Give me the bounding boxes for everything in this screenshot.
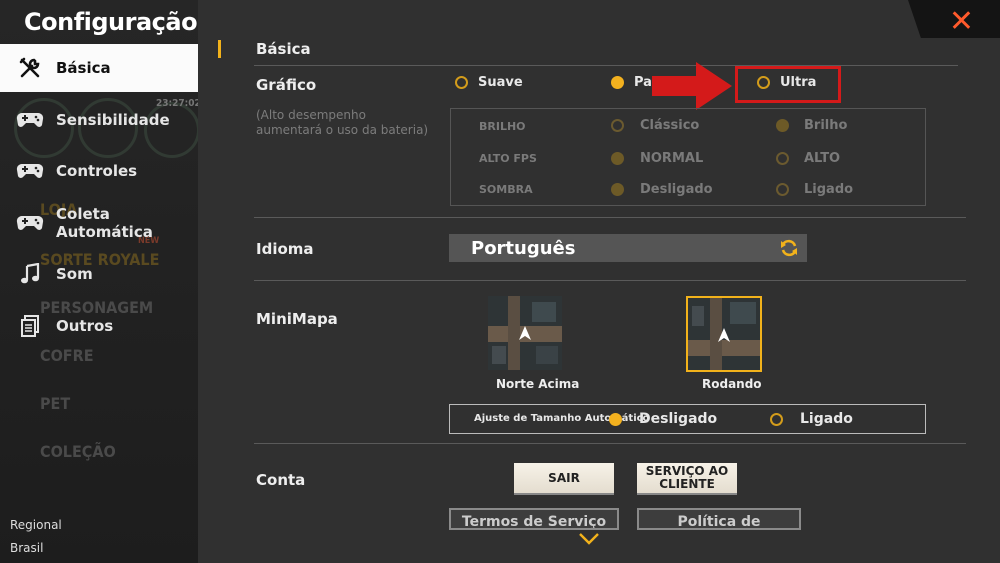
gamepad-icon: [16, 211, 44, 235]
customer-service-button[interactable]: SERVIÇO AO CLIENTE: [637, 463, 737, 493]
sidebar: 23:27:02 LOJA SORTE ROYALE NEW PERSONAGE…: [0, 0, 198, 563]
chevron-down-icon[interactable]: [578, 532, 600, 546]
sidebar-item-coleta-automatica[interactable]: Coleta Automática: [0, 199, 198, 247]
ghost-pet: PET: [40, 394, 71, 413]
customer-service-line: CLIENTE: [659, 477, 715, 491]
radio-ligado: [776, 183, 789, 196]
option-auto-ligado[interactable]: Ligado: [800, 411, 853, 427]
sidebar-item-label: Sensibilidade: [56, 111, 170, 129]
option-desligado: Desligado: [640, 182, 713, 197]
sombra-label: SOMBRA: [479, 183, 533, 196]
sidebar-item-sensibilidade[interactable]: Sensibilidade: [0, 96, 198, 144]
refresh-icon[interactable]: [779, 238, 799, 262]
minimap-option-norte-acima[interactable]: Norte Acima: [496, 377, 579, 391]
idioma-label: Idioma: [256, 240, 314, 258]
sidebar-item-som[interactable]: Som: [0, 250, 198, 298]
option-brilho: Brilho: [804, 118, 848, 133]
divider: [254, 443, 966, 444]
sidebar-item-basica[interactable]: Básica: [0, 44, 198, 92]
sidebar-item-label: Básica: [56, 59, 111, 77]
minimap-option-rodando[interactable]: Rodando: [702, 377, 762, 391]
grafico-note-line: (Alto desempenho: [256, 108, 366, 122]
gamepad-icon: [16, 159, 44, 183]
option-ligado: Ligado: [804, 182, 854, 197]
language-value: Português: [471, 237, 576, 259]
sair-button[interactable]: SAIR: [514, 463, 614, 493]
radio-padrao[interactable]: [611, 76, 624, 89]
settings-title: Configuração: [24, 8, 198, 36]
ghost-colecao: COLEÇÃO: [40, 442, 116, 461]
radio-desligado: [611, 183, 624, 196]
minimap-rodando-thumb[interactable]: [686, 296, 762, 372]
close-button[interactable]: ✕: [908, 0, 1000, 38]
privacy-button[interactable]: Política de privacidade: [637, 508, 801, 530]
language-selector[interactable]: Português: [449, 234, 807, 262]
radio-alto: [776, 152, 789, 165]
fps-label: ALTO FPS: [479, 152, 537, 165]
section-title: Básica: [256, 40, 311, 58]
auto-size-label: Ajuste de Tamanho Automático: [474, 413, 650, 424]
terms-button[interactable]: Termos de Serviço: [449, 508, 619, 530]
sidebar-item-label: Som: [56, 265, 93, 283]
conta-label: Conta: [256, 471, 306, 489]
music-icon: [16, 262, 44, 286]
region-label: Regional: [10, 518, 62, 532]
radio-brilho: [776, 119, 789, 132]
sidebar-item-controles[interactable]: Controles: [0, 147, 198, 195]
ultra-highlight-box: [735, 66, 841, 103]
radio-suave[interactable]: [455, 76, 468, 89]
option-suave[interactable]: Suave: [478, 75, 523, 90]
grafico-note-line: aumentará o uso da bateria): [256, 123, 429, 137]
radio-normal: [611, 152, 624, 165]
option-alto: ALTO: [804, 151, 841, 166]
sidebar-item-label: Coleta Automática: [56, 205, 153, 241]
radio-auto-desligado[interactable]: [609, 413, 622, 426]
section-marker: [218, 40, 221, 58]
grafico-note: (Alto desempenho aumentará o uso da bate…: [256, 108, 428, 138]
radio-auto-ligado[interactable]: [770, 413, 783, 426]
customer-service-line: SERVIÇO AO: [645, 464, 729, 478]
close-icon: ✕: [948, 4, 974, 39]
region-value: Brasil: [10, 541, 44, 555]
option-normal: NORMAL: [640, 151, 704, 166]
option-auto-desligado[interactable]: Desligado: [639, 411, 717, 427]
sidebar-item-label: Controles: [56, 162, 138, 180]
gamepad-icon: [16, 108, 44, 132]
divider: [254, 65, 958, 66]
tools-icon: [16, 56, 44, 80]
customer-service-label: SERVIÇO AO CLIENTE: [646, 465, 729, 491]
divider: [254, 217, 966, 218]
option-classico: Clássico: [640, 118, 700, 133]
brilho-label: BRILHO: [479, 120, 526, 133]
radio-classico: [611, 119, 624, 132]
minimapa-label: MiniMapa: [256, 310, 338, 328]
sidebar-item-label: Outros: [56, 317, 114, 335]
document-icon: [16, 314, 44, 338]
grafico-label: Gráfico: [256, 76, 317, 94]
minimap-norte-acima-thumb[interactable]: [488, 296, 562, 370]
divider: [254, 280, 966, 281]
sidebar-item-outros[interactable]: Outros: [0, 302, 198, 350]
red-arrow-icon: [652, 62, 732, 110]
